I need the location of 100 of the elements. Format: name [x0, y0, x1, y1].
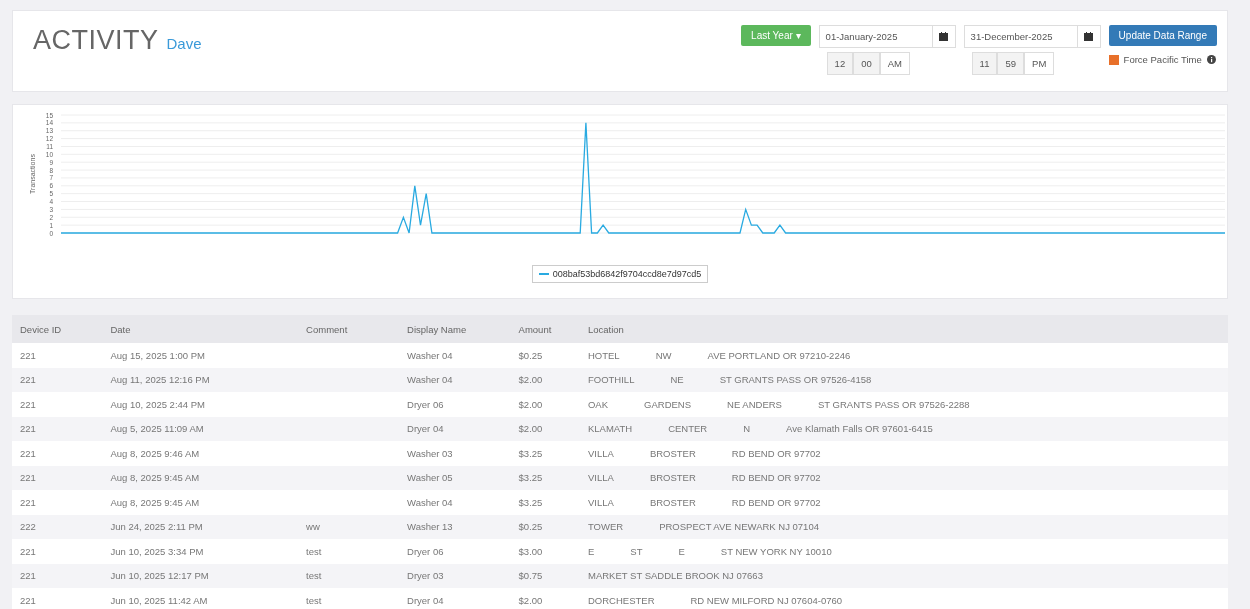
location-text: E — [678, 545, 685, 557]
table-cell: Aug 11, 2025 12:16 PM — [102, 367, 299, 392]
ampm-toggle[interactable]: PM — [1024, 52, 1055, 75]
date-field[interactable]: 01-January-2025 — [818, 25, 933, 48]
table-cell: 221 — [12, 441, 103, 466]
location-text: OAK — [588, 398, 609, 410]
checkbox[interactable] — [1108, 54, 1119, 65]
legend-label: 008baf53bd6842f9704ccd8e7d97cd5 — [552, 269, 702, 279]
chart-legend[interactable]: 008baf53bd6842f9704ccd8e7d97cd5 — [531, 265, 709, 283]
table-cell: 222 — [12, 514, 103, 539]
table-cell: Jun 10, 2025 11:42 AM — [102, 588, 299, 609]
table-cell: Dryer 04 — [399, 588, 511, 609]
table-cell: 221 — [12, 563, 103, 588]
checkbox-label: Force Pacific Time — [1123, 54, 1202, 65]
table-cell: Aug 15, 2025 1:00 PM — [102, 343, 299, 368]
table-cell: $3.25 — [510, 441, 580, 466]
column-header[interactable]: Comment — [298, 315, 400, 343]
location-text: ST GRANTS PASS OR 97526-2288 — [817, 398, 970, 410]
table-cell: $3.25 — [510, 490, 580, 515]
location-text: VILLA — [588, 496, 614, 508]
table-cell: Dryer 06 — [399, 539, 511, 564]
info-icon[interactable] — [1206, 55, 1216, 64]
location-text: NE — [670, 374, 684, 386]
table-cell: $3.00 — [510, 539, 580, 564]
location-text: BROSTER — [649, 496, 696, 508]
location-text: N — [743, 423, 751, 435]
minute-field[interactable]: 59 — [997, 52, 1025, 75]
ampm-toggle[interactable]: AM — [879, 52, 910, 75]
location-text: NE ANDERS — [727, 398, 782, 410]
table-cell: 221 — [12, 490, 103, 515]
location-text: CENTER — [668, 423, 708, 435]
table-cell: $2.00 — [510, 392, 580, 417]
location-text: RD BEND OR 97702 — [731, 447, 821, 459]
location-text: DORCHESTER — [588, 594, 655, 606]
update-button[interactable]: Update Data Range — [1108, 25, 1217, 46]
location-text: RD BEND OR 97702 — [731, 472, 821, 484]
table-cell: Washer 04 — [399, 367, 511, 392]
column-header[interactable]: Amount — [510, 315, 580, 343]
minute-field[interactable]: 00 — [853, 52, 880, 75]
location-text: NW — [655, 349, 672, 361]
legend-swatch-icon — [538, 272, 549, 276]
location-text: ST — [630, 545, 643, 557]
column-header[interactable]: Location — [580, 315, 1228, 343]
column-header[interactable]: Display Name — [399, 315, 511, 343]
table-cell: test — [298, 539, 400, 564]
location-text: ST NEW YORK NY 10010 — [720, 545, 832, 557]
location-text: GARDENS — [644, 398, 692, 410]
location-text: AVE PORTLAND OR 97210-2246 — [707, 349, 851, 361]
table-cell: Jun 24, 2025 2:11 PM — [102, 514, 299, 539]
table-cell: Aug 5, 2025 11:09 AM — [102, 416, 299, 441]
hour-field[interactable]: 12 — [826, 52, 854, 75]
location-text: VILLA — [588, 472, 614, 484]
location-text: TOWER — [588, 521, 624, 533]
table-cell: Washer 13 — [399, 514, 511, 539]
table-cell: Aug 8, 2025 9:45 AM — [102, 465, 299, 490]
table-cell: Jun 10, 2025 3:34 PM — [102, 539, 299, 564]
location-text: RD NEW MILFORD NJ 07604-0760 — [690, 594, 843, 606]
location-text: HOTEL — [588, 349, 620, 361]
hour-field[interactable]: 11 — [971, 52, 998, 75]
table-cell: 221 — [12, 367, 103, 392]
table-cell: Washer 05 — [399, 465, 511, 490]
table-cell: 221 — [12, 539, 103, 564]
location-text: RD BEND OR 97702 — [731, 496, 821, 508]
table-cell: Washer 03 — [399, 441, 511, 466]
table-cell: Dryer 06 — [399, 392, 511, 417]
table-cell: Dryer 04 — [399, 416, 511, 441]
page-title: ACTIVITY — [33, 25, 159, 55]
date-field[interactable]: 31-December-2025 — [963, 25, 1078, 48]
calendar-icon[interactable] — [932, 25, 956, 48]
table-cell: 221 — [12, 588, 103, 609]
table-cell: 221 — [12, 416, 103, 441]
table-cell: Washer 04 — [399, 490, 511, 515]
location-text: VILLA — [588, 447, 614, 459]
table-cell: Aug 8, 2025 9:46 AM — [102, 441, 299, 466]
calendar-icon[interactable] — [1077, 25, 1101, 48]
table-cell: Dryer 03 — [399, 563, 511, 588]
location-text: BROSTER — [649, 447, 696, 459]
location-text: E — [588, 545, 595, 557]
table-cell: $2.00 — [510, 588, 580, 609]
location-text: ST GRANTS PASS OR 97526-4158 — [719, 374, 872, 386]
table-cell: Aug 10, 2025 2:44 PM — [102, 392, 299, 417]
location-text: MARKET ST SADDLE BROOK NJ 07663 — [588, 570, 763, 582]
table-cell: 221 — [12, 343, 103, 368]
table-cell: 221 — [12, 465, 103, 490]
table-cell: 221 — [12, 392, 103, 417]
table-cell: $0.25 — [510, 343, 580, 368]
table-cell: ww — [298, 514, 400, 539]
location-text: BROSTER — [649, 472, 696, 484]
column-header[interactable]: Date — [102, 315, 299, 343]
location-text: KLAMATH — [588, 423, 633, 435]
table-cell: Jun 10, 2025 12:17 PM — [102, 563, 299, 588]
table-cell: test — [298, 563, 400, 588]
table-cell: test — [298, 588, 400, 609]
column-header[interactable]: Device ID — [12, 315, 103, 343]
table-cell: Aug 8, 2025 9:45 AM — [102, 490, 299, 515]
user-name: Dave — [166, 35, 202, 52]
table-cell: Washer 04 — [399, 343, 511, 368]
location-text: FOOTHILL — [588, 374, 635, 386]
location-text: Ave Klamath Falls OR 97601-6415 — [786, 423, 933, 435]
location-text: PROSPECT AVE NEWARK NJ 07104 — [659, 521, 819, 533]
